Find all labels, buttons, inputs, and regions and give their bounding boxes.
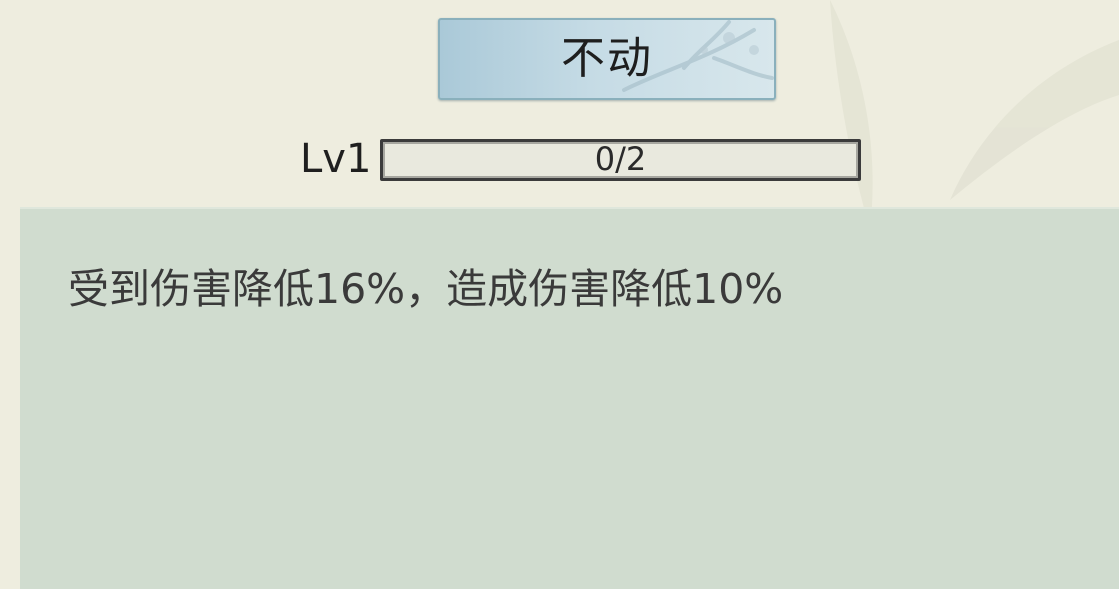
skill-name-button[interactable]: 不动 bbox=[438, 18, 776, 100]
skill-level-label: Lv1 bbox=[300, 136, 372, 182]
skill-progress-bar: 0/2 bbox=[380, 139, 861, 181]
skill-progress-text: 0/2 bbox=[594, 140, 647, 178]
skill-name: 不动 bbox=[561, 33, 653, 84]
skill-description-panel: 受到伤害降低16%，造成伤害降低10% bbox=[20, 207, 1119, 589]
skill-description: 受到伤害降低16%，造成伤害降低10% bbox=[68, 265, 784, 313]
